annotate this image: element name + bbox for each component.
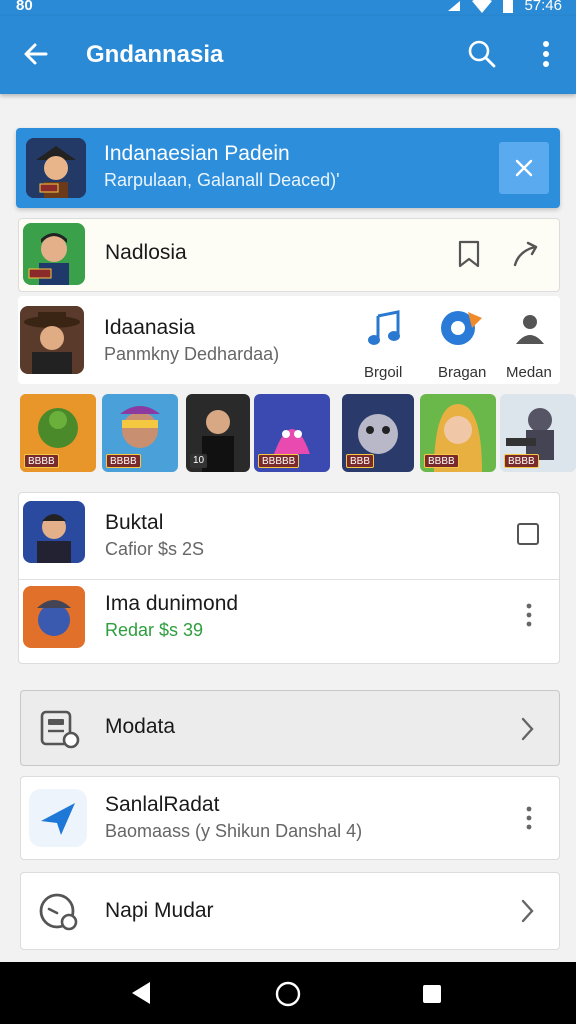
samurai-game-icon[interactable]: 10 (186, 394, 250, 472)
app-card-idaanasia[interactable]: Idaanasia Panmkny Dedhardaa) Brgoil Brag… (18, 296, 560, 384)
game-carousel[interactable]: BBBB BBBB 10 BBBBB BBB BBBB BBBB (20, 394, 576, 474)
menu-item-label: Modata (105, 715, 176, 738)
menu-item-napi-mudar[interactable]: Napi Mudar (20, 872, 560, 950)
app-icon (23, 223, 85, 285)
menu-item-subtitle: Baomaass (y Shikun Danshal 4) (105, 821, 363, 841)
game-badge: BBBB (24, 454, 59, 468)
action-label: Medan (506, 364, 552, 381)
close-icon (515, 159, 533, 177)
app-bar: Gndannasia (0, 16, 576, 94)
page-title: Gndannasia (86, 41, 224, 68)
pie-chart-icon (441, 311, 482, 345)
game-badge: BBB (346, 454, 375, 468)
game-badge: 10 (190, 454, 208, 468)
chevron-right-icon (521, 899, 534, 923)
app-list: Buktal Cafior $s 2S Ima dunimond Redar $… (18, 492, 560, 664)
share-arrow-icon[interactable] (511, 239, 541, 269)
clock: 57:46 (524, 0, 562, 14)
action-medan[interactable]: Medan (506, 308, 558, 381)
menu-item-label: SanlalRadat (105, 793, 220, 816)
list-item-subtitle: Cafior $s 2S (105, 539, 205, 559)
app-icon (23, 501, 85, 563)
clipboard-gear-icon (40, 710, 80, 749)
gauge-icon (39, 893, 78, 931)
navigation-arrow-icon (41, 803, 75, 835)
action-brgoil[interactable]: Brgoil (364, 308, 408, 381)
banner-subtitle: Rarpulaan, Galanall Deaced)' (104, 170, 340, 190)
person-icon (516, 315, 544, 344)
card-title: Idaanasia (104, 316, 196, 339)
game-badge: BBBB (424, 454, 459, 468)
status-left-text: 80 (16, 0, 33, 14)
pirate-app-icon (26, 138, 86, 198)
more-vert-icon[interactable] (532, 38, 560, 70)
menu-item-sanlalradat[interactable]: SanlalRadat Baomaass (y Shikun Danshal 4… (20, 776, 560, 860)
list-item[interactable]: Ima dunimond Redar $s 39 (19, 580, 559, 664)
app-icon (23, 586, 85, 648)
back-arrow-icon[interactable] (20, 38, 52, 70)
more-vert-icon[interactable] (519, 805, 539, 831)
list-item-price: Redar $s 39 (105, 620, 204, 640)
hero-game-icon[interactable]: BBBB (102, 394, 178, 472)
menu-item-modata[interactable]: Modata (20, 690, 560, 766)
list-item-title: Ima dunimond (105, 592, 239, 615)
game-badge: BBBB (504, 454, 539, 468)
bookmark-icon[interactable] (455, 239, 483, 269)
menu-item-label: Napi Mudar (105, 899, 214, 922)
app-icon (20, 306, 84, 374)
action-bragan[interactable]: Bragan (438, 308, 488, 381)
battery-icon (503, 0, 514, 13)
monster-game-icon[interactable]: BBB (342, 394, 414, 472)
banner-title: Indanaesian Padein (104, 142, 290, 165)
home-circle-icon[interactable] (274, 980, 302, 1008)
signal-icon (448, 0, 461, 11)
recents-square-icon[interactable] (420, 982, 444, 1006)
app-card-nadlosia[interactable]: Nadlosia (18, 218, 560, 292)
search-icon[interactable] (466, 38, 498, 70)
girl-game-icon[interactable]: BBBB (420, 394, 496, 472)
card-title: Nadlosia (105, 241, 187, 264)
music-note-icon (368, 310, 400, 345)
card-subtitle: Panmkny Dedhardaa) (104, 344, 280, 364)
chevron-right-icon (521, 717, 534, 741)
status-bar: 80 57:46 (0, 0, 576, 16)
icon-tile (29, 789, 87, 847)
wifi-icon (472, 0, 493, 13)
turtle-game-icon[interactable]: BBBB (20, 394, 96, 472)
soldier-game-icon[interactable]: BBBB (500, 394, 576, 472)
creature-game-icon[interactable]: BBBBB (254, 394, 330, 472)
game-badge: BBBB (106, 454, 141, 468)
featured-banner[interactable]: Indanaesian Padein Rarpulaan, Galanall D… (16, 128, 560, 208)
list-item[interactable]: Buktal Cafior $s 2S (19, 493, 559, 579)
game-badge: BBBBB (258, 454, 300, 468)
list-item-title: Buktal (105, 511, 164, 534)
action-label: Bragan (438, 364, 487, 381)
system-nav-bar (0, 962, 576, 1024)
back-triangle-icon[interactable] (128, 980, 154, 1006)
close-button[interactable] (499, 142, 549, 194)
action-label: Brgoil (364, 364, 403, 381)
more-vert-icon[interactable] (519, 602, 539, 628)
select-checkbox[interactable] (517, 523, 539, 545)
